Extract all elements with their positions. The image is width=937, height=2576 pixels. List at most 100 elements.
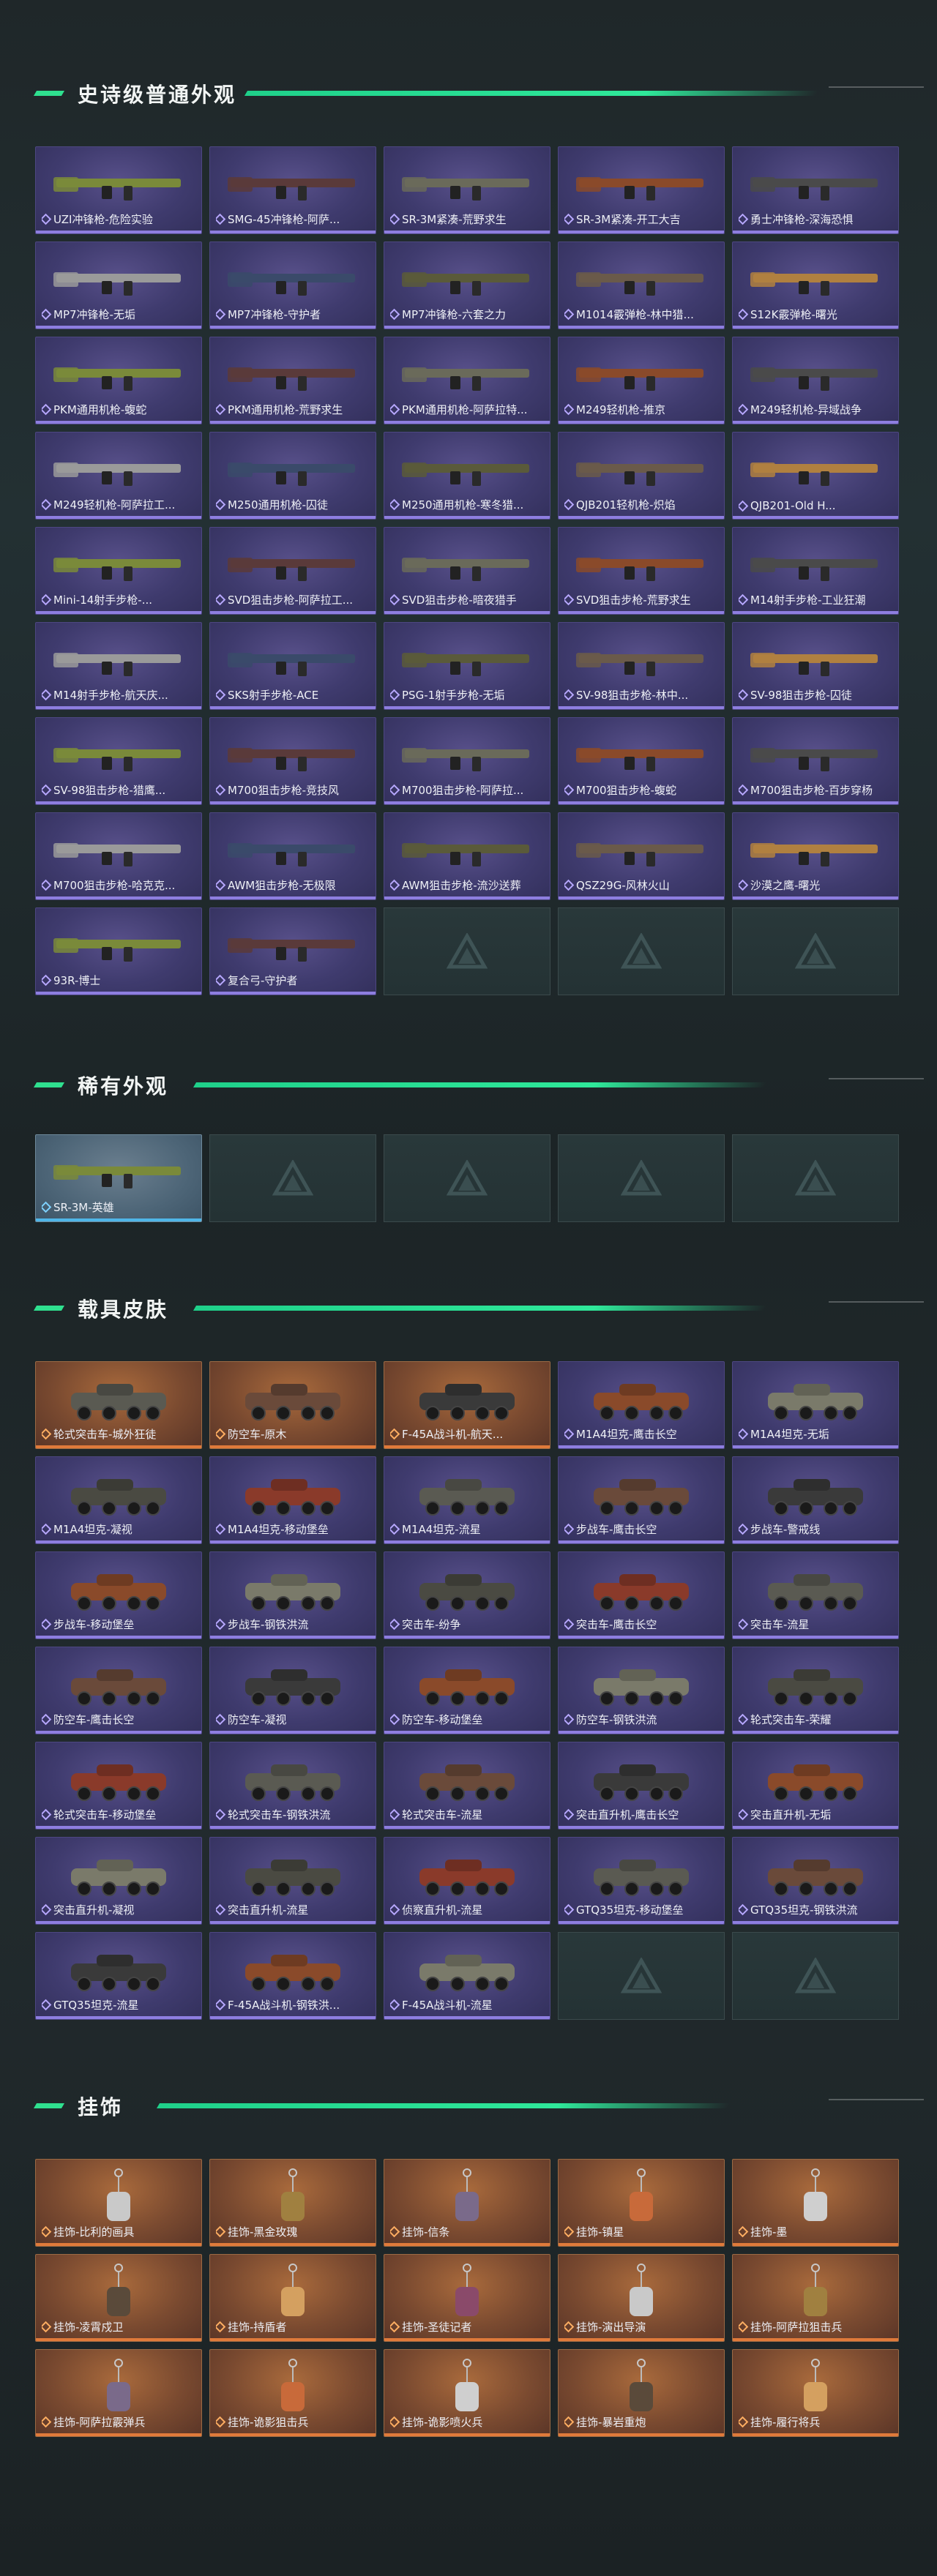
item-card[interactable]: SR-3M紧凑-开工大吉 xyxy=(558,146,725,234)
item-card[interactable]: GTQ35坦克-移动堡垒 xyxy=(558,1837,725,1925)
item-card[interactable]: Mini-14射手步枪-... xyxy=(35,527,202,615)
item-card[interactable]: 突击车-流星 xyxy=(732,1551,899,1639)
item-card[interactable]: 挂饰-阿萨拉霰弹兵 xyxy=(35,2349,202,2437)
item-card[interactable]: F-45A战斗机-航天... xyxy=(384,1361,550,1449)
item-card[interactable]: 防空车-鹰击长空 xyxy=(35,1647,202,1734)
item-label: M250通用机枪-寒冬猎... xyxy=(390,497,523,512)
item-card[interactable]: 防空车-移动堡垒 xyxy=(384,1647,550,1734)
item-card[interactable]: SVD狙击步枪-阿萨拉工... xyxy=(209,527,376,615)
item-card[interactable]: 轮式突击车-移动堡垒 xyxy=(35,1742,202,1830)
item-card[interactable]: M700狙击步枪-哈克克... xyxy=(35,812,202,900)
item-card[interactable]: SMG-45冲锋枪-阿萨... xyxy=(209,146,376,234)
item-card[interactable]: SVD狙击步枪-暗夜猎手 xyxy=(384,527,550,615)
item-card[interactable]: 挂饰-诡影喷火兵 xyxy=(384,2349,550,2437)
item-name: SR-3M紧凑-开工大吉 xyxy=(576,213,681,226)
item-card[interactable]: M1A4坦克-凝视 xyxy=(35,1456,202,1544)
item-card[interactable]: M700狙击步枪-蝮蛇 xyxy=(558,717,725,805)
item-card[interactable]: 步战车-警戒线 xyxy=(732,1456,899,1544)
item-card[interactable]: 挂饰-暴岩重炮 xyxy=(558,2349,725,2437)
item-name: QJB201-Old H... xyxy=(750,499,836,512)
item-card[interactable]: M1A4坦克-流星 xyxy=(384,1456,550,1544)
item-card[interactable]: UZI冲锋枪-危险实验 xyxy=(35,146,202,234)
item-card[interactable]: 挂饰-墨 xyxy=(732,2159,899,2247)
item-card[interactable]: M249轻机枪-异域战争 xyxy=(732,337,899,424)
item-card[interactable]: M250通用机枪-囚徒 xyxy=(209,432,376,520)
item-card[interactable]: 93R-博士 xyxy=(35,907,202,995)
item-card[interactable]: SR-3M-英雄 xyxy=(35,1134,202,1222)
item-card[interactable]: PKM通用机枪-荒野求生 xyxy=(209,337,376,424)
item-card[interactable]: 轮式突击车-城外狂徒 xyxy=(35,1361,202,1449)
item-card[interactable]: 轮式突击车-流星 xyxy=(384,1742,550,1830)
rarity-bar xyxy=(733,231,898,233)
item-card[interactable]: M14射手步枪-工业狂潮 xyxy=(732,527,899,615)
item-card[interactable]: QJB201-Old H... xyxy=(732,432,899,520)
item-card[interactable]: 突击直升机-鹰击长空 xyxy=(558,1742,725,1830)
item-card[interactable]: 步战车-鹰击长空 xyxy=(558,1456,725,1544)
item-card[interactable]: M700狙击步枪-阿萨拉... xyxy=(384,717,550,805)
item-card[interactable]: 防空车-凝视 xyxy=(209,1647,376,1734)
item-card[interactable]: 轮式突击车-荣耀 xyxy=(732,1647,899,1734)
item-card[interactable]: 沙漠之鹰-曙光 xyxy=(732,812,899,900)
item-card[interactable]: PKM通用机枪-蝮蛇 xyxy=(35,337,202,424)
item-card[interactable]: M1014霰弹枪-林中猎... xyxy=(558,242,725,329)
item-card[interactable]: SR-3M紧凑-荒野求生 xyxy=(384,146,550,234)
item-card[interactable]: 突击直升机-无垢 xyxy=(732,1742,899,1830)
item-card[interactable]: 挂饰-阿萨拉狙击兵 xyxy=(732,2254,899,2342)
item-card[interactable]: 挂饰-镇星 xyxy=(558,2159,725,2247)
item-card[interactable]: 挂饰-演出导演 xyxy=(558,2254,725,2342)
rarity-bar xyxy=(733,1445,898,1448)
item-card[interactable]: 勇士冲锋枪-深海恐惧 xyxy=(732,146,899,234)
item-card[interactable]: 突击车-鹰击长空 xyxy=(558,1551,725,1639)
item-card[interactable]: AWM狙击步枪-无极限 xyxy=(209,812,376,900)
item-card[interactable]: GTQ35坦克-钢铁洪流 xyxy=(732,1837,899,1925)
item-name: GTQ35坦克-钢铁洪流 xyxy=(750,1903,858,1917)
item-card[interactable]: 挂饰-圣徒记者 xyxy=(384,2254,550,2342)
item-card[interactable]: M250通用机枪-寒冬猎... xyxy=(384,432,550,520)
item-card[interactable]: SV-98狙击步枪-囚徒 xyxy=(732,622,899,710)
item-card[interactable]: 挂饰-诡影狙击兵 xyxy=(209,2349,376,2437)
item-card[interactable]: M14射手步枪-航天庆... xyxy=(35,622,202,710)
item-card[interactable]: 侦察直升机-流星 xyxy=(384,1837,550,1925)
item-card[interactable]: M700狙击步枪-竞技风 xyxy=(209,717,376,805)
item-card[interactable]: PSG-1射手步枪-无垢 xyxy=(384,622,550,710)
item-name: 突击直升机-鹰击长空 xyxy=(576,1808,679,1821)
item-card[interactable]: 复合弓-守护者 xyxy=(209,907,376,995)
item-card[interactable]: GTQ35坦克-流星 xyxy=(35,1932,202,2020)
item-card[interactable]: 突击直升机-流星 xyxy=(209,1837,376,1925)
item-card[interactable]: QJB201轻机枪-炽焰 xyxy=(558,432,725,520)
empty-slot xyxy=(558,907,725,995)
item-card[interactable]: 挂饰-凌霄戍卫 xyxy=(35,2254,202,2342)
item-card[interactable]: MP7冲锋枪-守护者 xyxy=(209,242,376,329)
item-card[interactable]: 挂饰-比利的画具 xyxy=(35,2159,202,2247)
item-card[interactable]: MP7冲锋枪-无垢 xyxy=(35,242,202,329)
item-card[interactable]: F-45A战斗机-钢铁洪... xyxy=(209,1932,376,2020)
item-card[interactable]: M249轻机枪-推京 xyxy=(558,337,725,424)
item-card[interactable]: PKM通用机枪-阿萨拉特... xyxy=(384,337,550,424)
item-card[interactable]: SKS射手步枪-ACE xyxy=(209,622,376,710)
item-card[interactable]: MP7冲锋枪-六套之力 xyxy=(384,242,550,329)
item-card[interactable]: 防空车-钢铁洪流 xyxy=(558,1647,725,1734)
item-card[interactable]: 步战车-移动堡垒 xyxy=(35,1551,202,1639)
item-card[interactable]: M1A4坦克-无垢 xyxy=(732,1361,899,1449)
item-card[interactable]: 突击车-纷争 xyxy=(384,1551,550,1639)
item-card[interactable]: 挂饰-履行将兵 xyxy=(732,2349,899,2437)
item-card[interactable]: 挂饰-黑金玫瑰 xyxy=(209,2159,376,2247)
item-card[interactable]: SV-98狙击步枪-林中... xyxy=(558,622,725,710)
item-card[interactable]: 挂饰-信条 xyxy=(384,2159,550,2247)
item-card[interactable]: 突击直升机-凝视 xyxy=(35,1837,202,1925)
item-card[interactable]: M1A4坦克-鹰击长空 xyxy=(558,1361,725,1449)
item-card[interactable]: M1A4坦克-移动堡垒 xyxy=(209,1456,376,1544)
item-card[interactable]: F-45A战斗机-流星 xyxy=(384,1932,550,2020)
item-card[interactable]: M249轻机枪-阿萨拉工... xyxy=(35,432,202,520)
item-card[interactable]: M700狙击步枪-百步穿杨 xyxy=(732,717,899,805)
item-card[interactable]: S12K霰弹枪-曙光 xyxy=(732,242,899,329)
item-name: 沙漠之鹰-曙光 xyxy=(750,879,821,892)
item-card[interactable]: 挂饰-持盾者 xyxy=(209,2254,376,2342)
item-card[interactable]: AWM狙击步枪-流沙送葬 xyxy=(384,812,550,900)
item-card[interactable]: 步战车-钢铁洪流 xyxy=(209,1551,376,1639)
item-card[interactable]: 轮式突击车-钢铁洪流 xyxy=(209,1742,376,1830)
item-card[interactable]: 防空车-原木 xyxy=(209,1361,376,1449)
item-card[interactable]: SVD狙击步枪-荒野求生 xyxy=(558,527,725,615)
item-card[interactable]: SV-98狙击步枪-猎鹰... xyxy=(35,717,202,805)
item-card[interactable]: QSZ29G-风林火山 xyxy=(558,812,725,900)
